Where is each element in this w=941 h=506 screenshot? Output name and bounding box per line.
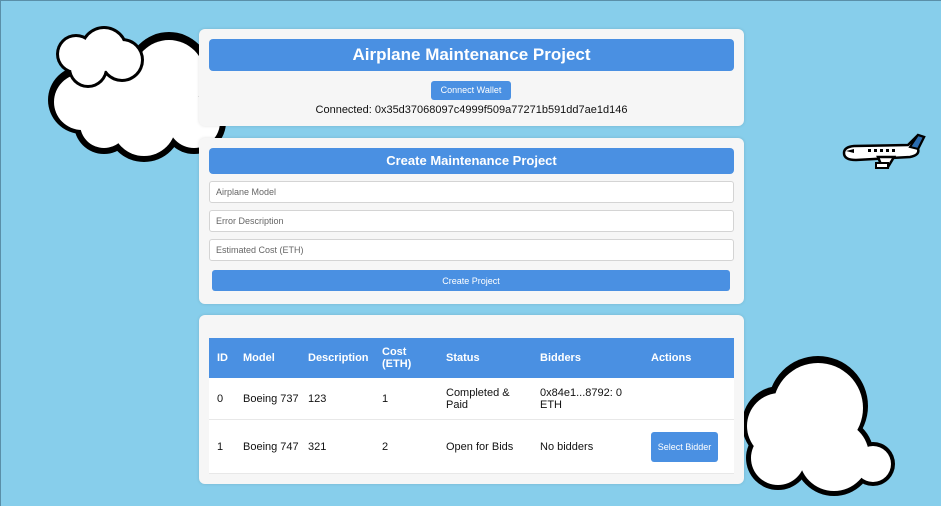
error-description-input[interactable]	[209, 210, 734, 232]
window-border-top	[0, 0, 941, 1]
column-header-id: ID	[209, 338, 235, 378]
project-cost: 1	[374, 378, 438, 420]
app-background: Airplane Maintenance Project Connect Wal…	[0, 0, 941, 506]
column-header-status: Status	[438, 338, 532, 378]
connected-address: Connected: 0x35d37068097c4999f509a77271b…	[315, 104, 628, 116]
create-form-title: Create Maintenance Project	[209, 148, 734, 174]
project-bidders: 0x84e1...8792: 0 ETH	[532, 378, 643, 420]
project-status: Completed & Paid	[438, 378, 532, 420]
project-model: Boeing 747	[235, 419, 300, 474]
page-title: Airplane Maintenance Project	[209, 39, 734, 71]
airplane-model-input[interactable]	[209, 181, 734, 203]
projects-panel: ID Model Description Cost (ETH) Status B…	[199, 315, 744, 484]
project-id: 0	[209, 378, 235, 420]
select-bidder-button[interactable]: Select Bidder	[651, 431, 718, 462]
airplane-icon	[842, 133, 926, 169]
table-row: 0 Boeing 737 123 1 Completed & Paid 0x84…	[209, 378, 734, 420]
project-status: Open for Bids	[438, 419, 532, 474]
estimated-cost-input[interactable]	[209, 239, 734, 261]
project-description: 123	[300, 378, 374, 420]
project-id: 1	[209, 419, 235, 474]
project-actions	[643, 378, 734, 420]
create-project-panel: Create Maintenance Project Create Projec…	[199, 138, 744, 304]
table-row: 1 Boeing 747 321 2 Open for Bids No bidd…	[209, 419, 734, 474]
project-actions: Select Bidder	[643, 419, 734, 474]
cloud-icon	[742, 356, 895, 496]
table-header-row: ID Model Description Cost (ETH) Status B…	[209, 338, 734, 378]
column-header-description: Description	[300, 338, 374, 378]
project-bidders: No bidders	[532, 419, 643, 474]
column-header-bidders: Bidders	[532, 338, 643, 378]
project-model: Boeing 737	[235, 378, 300, 420]
connect-wallet-button[interactable]: Connect Wallet	[431, 81, 511, 100]
column-header-cost: Cost (ETH)	[374, 338, 438, 378]
projects-table: ID Model Description Cost (ETH) Status B…	[209, 338, 734, 474]
create-project-button[interactable]: Create Project	[212, 270, 730, 291]
project-description: 321	[300, 419, 374, 474]
column-header-model: Model	[235, 338, 300, 378]
wallet-panel: Airplane Maintenance Project Connect Wal…	[199, 29, 744, 126]
column-header-actions: Actions	[643, 338, 734, 378]
project-cost: 2	[374, 419, 438, 474]
window-border-left	[0, 0, 1, 506]
